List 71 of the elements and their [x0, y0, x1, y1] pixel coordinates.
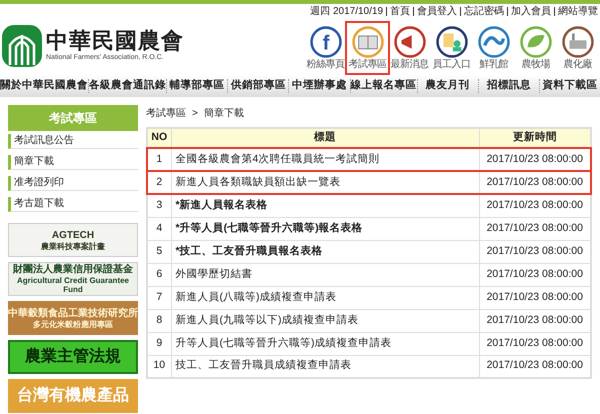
- breadcrumb-current: 簡章下載: [204, 106, 244, 120]
- banner[interactable]: AGTECH 農業科技專案計畫: [8, 223, 138, 257]
- nav-item[interactable]: 農友月刊: [418, 78, 478, 94]
- nav-item[interactable]: 供銷部專區: [228, 78, 288, 94]
- breadcrumb-separator: >: [192, 106, 198, 120]
- document-title: 新進人員(九職等以下)成績複查申請表: [171, 309, 479, 332]
- icon-link[interactable]: 鮮乳館: [473, 23, 514, 73]
- banner-text: 農業科技專案計畫: [41, 242, 105, 250]
- date-label: 週四 2017/10/19: [310, 5, 383, 19]
- table-row[interactable]: 8 新進人員(九職等以下)成績複查申請表 2017/10/23 08:00:00: [147, 309, 591, 332]
- table-row[interactable]: 9 升等人員(七職等晉升六職等)成績複查申請表 2017/10/23 08:00:00: [147, 332, 591, 355]
- book-icon: [350, 25, 384, 59]
- top-link[interactable]: 忘記密碼: [464, 4, 504, 19]
- row-number: 4: [147, 217, 171, 240]
- factory-icon: [560, 25, 594, 59]
- banner-text: 多元化米穀粉應用專區: [33, 320, 113, 328]
- document-title: *新進人員報名表格: [171, 194, 479, 217]
- table-row[interactable]: 10 技工、工友晉升職員成績複查申請表 2017/10/23 08:00:00: [147, 355, 591, 378]
- sidebar-title: 考試專區: [8, 105, 138, 131]
- nav-item[interactable]: 各級農會通訊錄: [89, 78, 166, 94]
- icon-link[interactable]: 最新消息: [389, 23, 430, 73]
- wave-icon: [476, 25, 510, 59]
- top-link[interactable]: 首頁: [390, 4, 410, 19]
- icon-link[interactable]: 員工入口: [431, 23, 472, 73]
- banner-text: 財團法人農業信用保證基金: [13, 264, 133, 276]
- icon-link[interactable]: 農牧場: [515, 23, 556, 73]
- sidebar-item[interactable]: 考古題下載: [8, 197, 138, 212]
- top-link[interactable]: 網站導覽: [558, 4, 598, 19]
- banner[interactable]: 財團法人農業信用保證基金 Agricultural Credit Guarantee Fund: [8, 262, 138, 296]
- table-row[interactable]: 6 外國學歷切結書 2017/10/23 08:00:00: [147, 263, 591, 286]
- table-row[interactable]: 7 新進人員(八職等)成績複查申請表 2017/10/23 08:00:00: [147, 286, 591, 309]
- banner-text: 中華穀類食品工業技術研究所: [8, 308, 138, 320]
- document-title: *升等人員(七職等晉升六職等)報名表格: [171, 217, 479, 240]
- banner[interactable]: 農業主管法規: [8, 340, 138, 374]
- row-number: 6: [147, 263, 171, 286]
- top-link[interactable]: 會員登入: [417, 4, 457, 19]
- table-row[interactable]: 5 *技工、工友晉升職員報名表格 2017/10/23 08:00:00: [147, 240, 591, 263]
- document-title: 新進人員(八職等)成績複查申請表: [171, 286, 479, 309]
- row-number: 5: [147, 240, 171, 263]
- banner-text: 台灣有機農產品: [17, 387, 129, 405]
- breadcrumb-link[interactable]: 考試專區: [146, 106, 186, 120]
- sidebar-item[interactable]: 考試訊息公告: [8, 134, 138, 149]
- top-link[interactable]: 加入會員: [511, 4, 551, 19]
- document-title: *技工、工友晉升職員報名表格: [171, 240, 479, 263]
- nav-item[interactable]: 輔導部專區: [167, 78, 228, 94]
- document-title: 升等人員(七職等晉升六職等)成績複查申請表: [171, 332, 479, 355]
- icon-link[interactable]: f 粉絲專頁: [305, 23, 346, 73]
- icon-link[interactable]: 農化廠: [557, 23, 598, 73]
- table-row[interactable]: 1 全國各級農會第4次聘任職員統一考試簡則 2017/10/23 08:00:00: [147, 148, 591, 171]
- icon-link[interactable]: 考試專區: [347, 23, 388, 73]
- sidebar-item[interactable]: 簡章下載: [8, 155, 138, 170]
- logo-title: 中華民國農會: [46, 29, 184, 53]
- row-number: 9: [147, 332, 171, 355]
- banner-text: AGTECH: [52, 230, 94, 242]
- nav-item[interactable]: 線上報名專區: [350, 78, 417, 94]
- banner-text: 農業主管法規: [25, 348, 121, 366]
- table-row[interactable]: 4 *升等人員(七職等晉升六職等)報名表格 2017/10/23 08:00:00: [147, 217, 591, 240]
- nav-item[interactable]: 中堙辦事處: [289, 78, 350, 94]
- row-number: 7: [147, 286, 171, 309]
- nav-item[interactable]: 關於中華民國農會: [0, 78, 88, 94]
- table-row[interactable]: 2 新進人員各類職缺員額出缺一覽表 2017/10/23 08:00:00: [147, 171, 591, 194]
- letter-f-icon: f: [308, 25, 342, 59]
- row-number: 8: [147, 309, 171, 332]
- table-row[interactable]: 3 *新進人員報名表格 2017/10/23 08:00:00: [147, 194, 591, 217]
- nav-item[interactable]: 招標訊息: [478, 78, 539, 94]
- sidebar-item[interactable]: 准考證列印: [8, 176, 138, 191]
- document-title: 外國學歷切結書: [171, 263, 479, 286]
- nav-item[interactable]: 資料下載區: [540, 78, 600, 94]
- row-number: 3: [147, 194, 171, 217]
- banner-text: Agricultural Credit Guarantee Fund: [16, 276, 130, 294]
- leaf-icon: [518, 25, 552, 59]
